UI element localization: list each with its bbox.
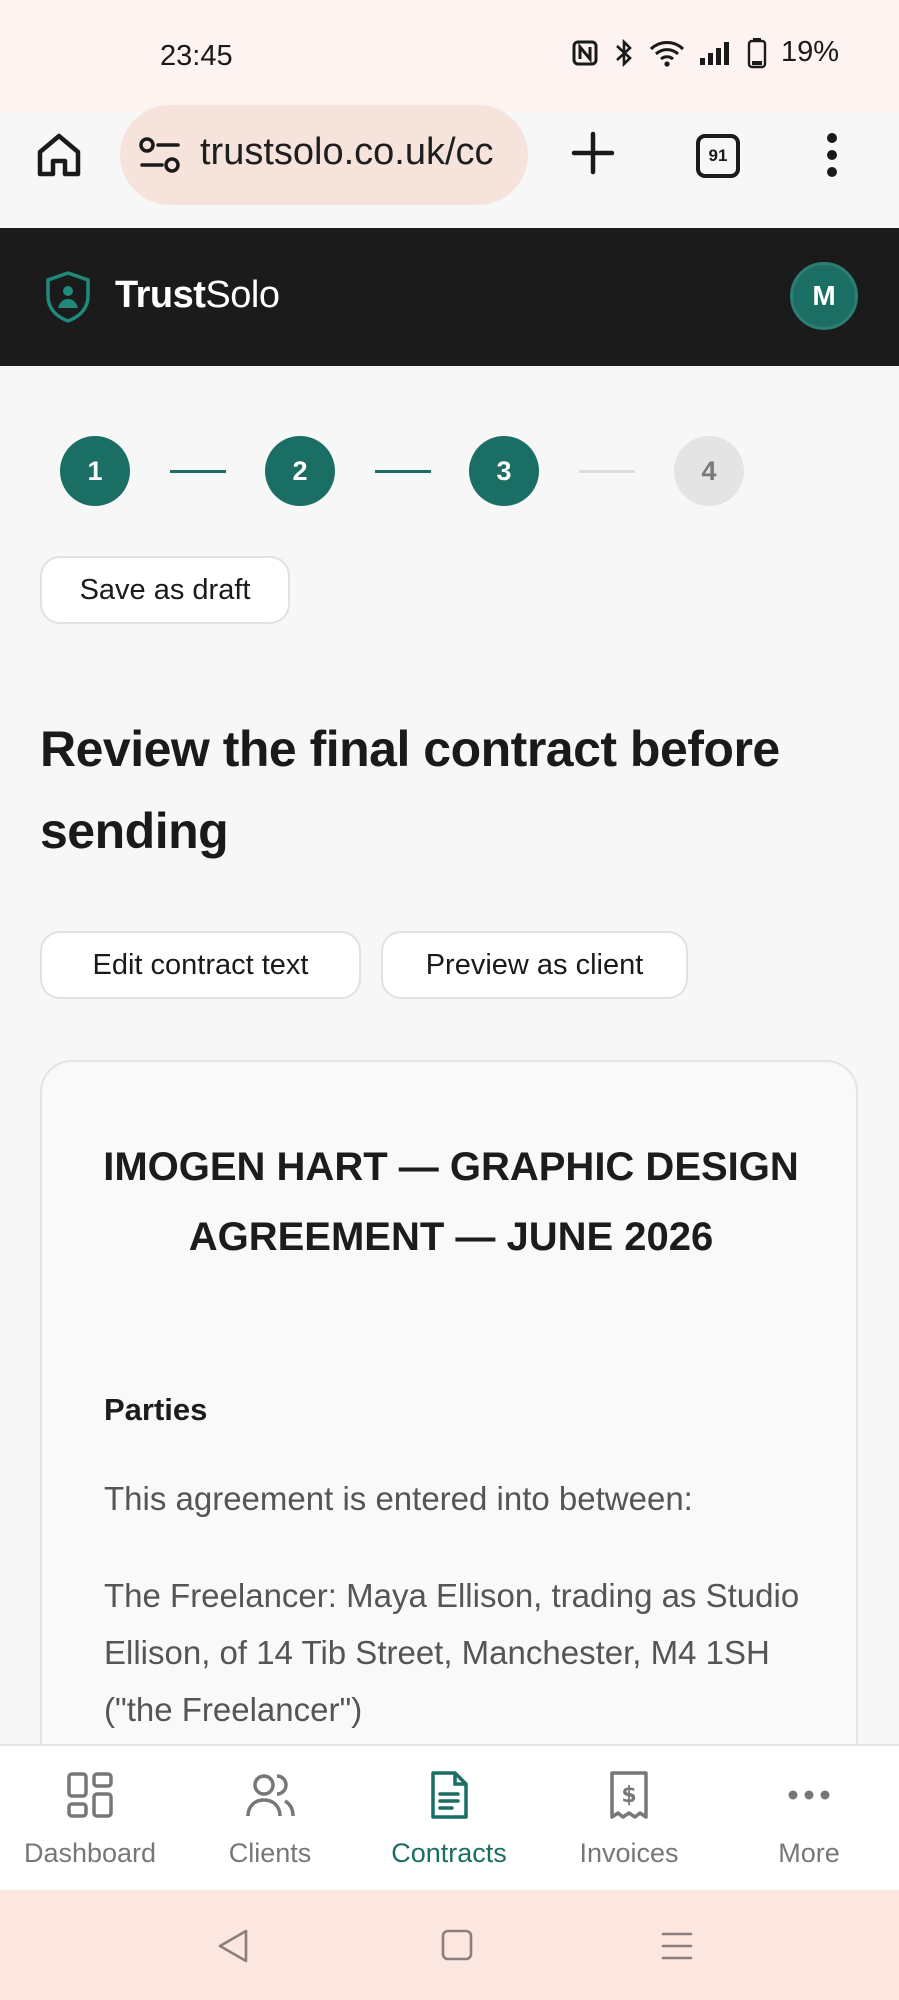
brand-bold: Trust bbox=[115, 274, 206, 316]
step-4: 4 bbox=[674, 436, 744, 506]
nfc-icon bbox=[572, 40, 598, 65]
nav-more[interactable]: More bbox=[719, 1746, 899, 1892]
browser-home-button[interactable] bbox=[34, 130, 84, 180]
nav-dashboard-label: Dashboard bbox=[23, 1838, 157, 1868]
home-square-icon[interactable] bbox=[440, 1928, 474, 1962]
battery-icon bbox=[747, 37, 767, 68]
step-connector-3 bbox=[579, 470, 635, 473]
wifi-icon bbox=[649, 40, 684, 67]
nav-clients-label: Clients bbox=[228, 1838, 312, 1868]
site-settings-icon[interactable] bbox=[138, 135, 182, 175]
more-vertical-icon bbox=[827, 133, 837, 177]
system-nav-bar bbox=[0, 1890, 899, 2000]
save-draft-button[interactable]: Save as draft bbox=[40, 556, 290, 624]
document-icon bbox=[431, 1771, 468, 1819]
nav-contracts-label: Contracts bbox=[391, 1838, 507, 1868]
app-header: TrustSolo M bbox=[0, 228, 899, 366]
nav-invoices-label: Invoices bbox=[579, 1838, 679, 1868]
status-time: 23:45 bbox=[160, 40, 233, 72]
contract-title: IMOGEN HART — GRAPHIC DESIGN AGREEMENT —… bbox=[103, 1145, 799, 1259]
step-1: 1 bbox=[60, 436, 130, 506]
recents-icon[interactable] bbox=[660, 1930, 694, 1962]
receipt-icon: $ bbox=[610, 1771, 648, 1819]
nav-clients[interactable]: Clients bbox=[180, 1746, 360, 1892]
back-icon[interactable] bbox=[216, 1928, 250, 1964]
preview-as-client-button[interactable]: Preview as client bbox=[381, 931, 688, 999]
contract-intro: This agreement is entered into between: bbox=[104, 1480, 693, 1517]
signal-icon bbox=[699, 41, 729, 65]
user-avatar[interactable]: M bbox=[790, 262, 858, 330]
step-connector-2 bbox=[375, 470, 431, 473]
new-tab-button[interactable] bbox=[568, 128, 618, 178]
section-heading-parties: Parties bbox=[104, 1392, 208, 1427]
plus-icon bbox=[571, 131, 615, 175]
bluetooth-icon bbox=[616, 38, 632, 67]
status-icons: 19% bbox=[571, 36, 839, 69]
svg-text:$: $ bbox=[621, 1783, 636, 1808]
bottom-nav: Dashboard Clients Contracts $ Invoices M… bbox=[0, 1744, 899, 1890]
users-icon bbox=[246, 1774, 295, 1817]
nav-dashboard[interactable]: Dashboard bbox=[0, 1746, 180, 1892]
brand-name[interactable]: TrustSolo bbox=[115, 274, 280, 317]
battery-percent: 19% bbox=[780, 36, 839, 68]
contract-freelancer: The Freelancer: Maya Ellison, trading as… bbox=[104, 1577, 800, 1728]
nav-invoices[interactable]: $ Invoices bbox=[539, 1746, 719, 1892]
more-horizontal-icon bbox=[788, 1790, 830, 1800]
edit-contract-text-button[interactable]: Edit contract text bbox=[40, 931, 361, 999]
tab-switcher-button[interactable]: 91 bbox=[696, 134, 740, 178]
shield-logo-icon bbox=[46, 271, 90, 323]
home-icon bbox=[37, 133, 81, 177]
browser-menu-button[interactable] bbox=[822, 130, 842, 180]
address-bar[interactable]: trustsolo.co.uk/cc bbox=[120, 105, 528, 205]
dashboard-icon bbox=[67, 1772, 113, 1818]
nav-more-label: More bbox=[778, 1838, 840, 1868]
url-text[interactable]: trustsolo.co.uk/cc bbox=[200, 131, 510, 174]
step-connector-1 bbox=[170, 470, 226, 473]
page-title: Review the final contract before sending bbox=[40, 721, 780, 859]
step-3: 3 bbox=[469, 436, 539, 506]
nav-contracts[interactable]: Contracts bbox=[359, 1746, 539, 1892]
step-2: 2 bbox=[265, 436, 335, 506]
brand-light: Solo bbox=[205, 274, 280, 316]
status-bar: 23:45 19% bbox=[0, 0, 899, 112]
